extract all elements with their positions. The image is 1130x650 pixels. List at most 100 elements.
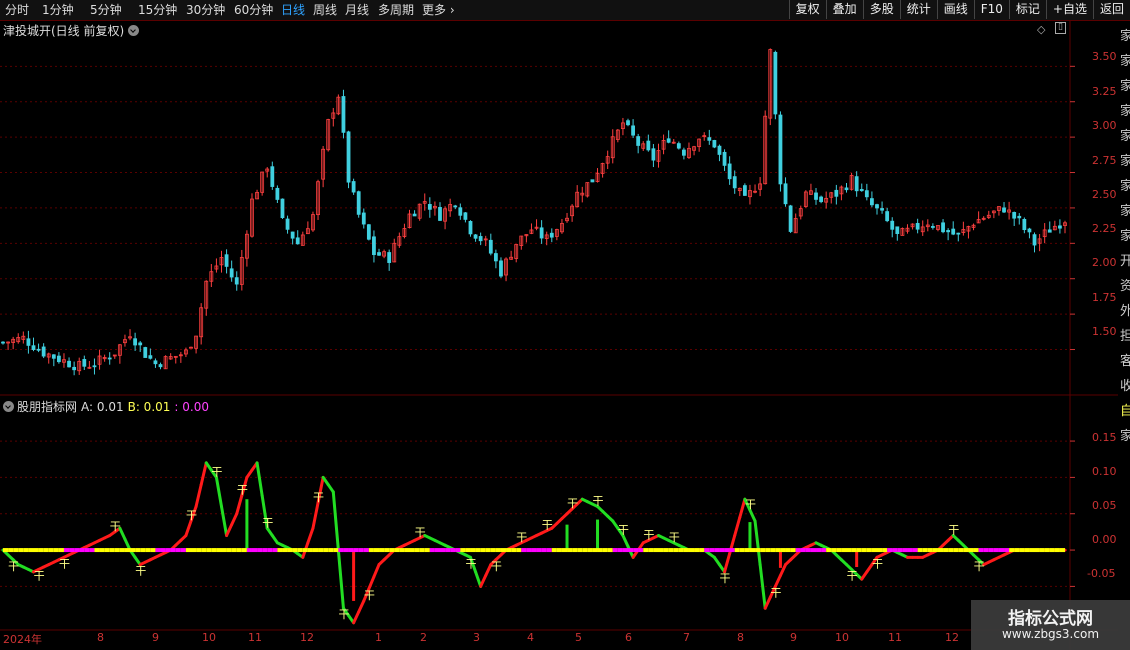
indicator-c-value: : 0.00 (174, 400, 209, 414)
candle-body (133, 338, 138, 346)
side-char: 家 (1120, 204, 1130, 219)
candle-body (626, 120, 630, 126)
indicator-line-segment (773, 574, 782, 588)
candle-body (31, 345, 36, 350)
candle-body (1, 341, 5, 344)
date-label: 2 (420, 631, 427, 644)
price-tick-label: 2.00 (1092, 256, 1117, 269)
signal-marker: 干 (338, 608, 349, 621)
candle-body (143, 347, 148, 358)
candle-body (859, 189, 864, 192)
candle-body (453, 205, 458, 208)
side-panel-text: 家 家 家 家 家 家 家 家 家 开 资 外 担 客 收 自 家 (1120, 24, 1130, 449)
indicator-tick-label: -0.05 (1087, 567, 1116, 580)
signal-marker: 干 (186, 509, 197, 522)
side-char: 家 (1120, 29, 1130, 44)
candle-body (539, 227, 544, 239)
indicator-line-segment (621, 534, 630, 548)
candle-body (290, 231, 295, 239)
candle-body (224, 254, 229, 267)
candle-body (946, 230, 951, 233)
candle-body (427, 204, 432, 210)
signal-marker: 干 (262, 516, 273, 529)
candle-body (351, 181, 356, 193)
candle-body (707, 137, 712, 141)
candle-body (854, 176, 859, 192)
indicator-line-segment (331, 490, 340, 552)
signal-marker: 干 (313, 491, 324, 504)
signal-marker: 干 (770, 586, 781, 599)
indicator-line-segment (357, 599, 366, 614)
candle-body (676, 143, 681, 149)
candle-body (773, 51, 778, 115)
watermark-url: www.zbgs3.com (1001, 627, 1100, 641)
candle-body (549, 232, 554, 238)
side-char: 开 (1120, 254, 1130, 269)
candle-body (412, 213, 417, 217)
candle-body (92, 365, 97, 368)
indicator-line-segment (199, 461, 208, 487)
indicator-line-segment (255, 461, 264, 498)
date-label: 11 (888, 631, 902, 644)
candle-body (712, 140, 717, 148)
price-tick-label: 3.25 (1092, 85, 1117, 98)
indicator-line-segment (723, 552, 732, 574)
indicator-line-segment (194, 483, 203, 508)
signal-marker: 干 (59, 557, 70, 570)
signal-marker: 干 (110, 520, 121, 533)
side-char: 家 (1120, 129, 1130, 144)
side-char: 客 (1120, 354, 1130, 369)
indicator-tick-label: 0.00 (1092, 533, 1117, 546)
candle-body (646, 140, 651, 151)
date-label: 9 (152, 631, 159, 644)
indicator-tick-label: 0.05 (1092, 499, 1117, 512)
price-tick-label: 1.75 (1092, 291, 1117, 304)
date-label: 10 (835, 631, 849, 644)
candle-body (1047, 229, 1052, 233)
indicator-line-segment (235, 494, 244, 516)
price-tick-label: 1.50 (1092, 325, 1117, 338)
candle-body (956, 232, 961, 235)
date-label: 4 (527, 631, 534, 644)
candle-body (778, 114, 783, 185)
date-label: 11 (248, 631, 262, 644)
candle-body (458, 207, 463, 216)
chevron-down-icon[interactable] (3, 401, 14, 412)
candle-body (372, 236, 376, 256)
candle-body (478, 236, 483, 242)
candle-body (463, 212, 468, 220)
side-char: 家 (1120, 179, 1130, 194)
indicator-b-value: B: 0.01 (127, 400, 171, 414)
candle-body (844, 187, 849, 191)
candle-body (951, 228, 956, 235)
side-panel: 家 家 家 家 家 家 家 家 家 开 资 外 担 客 收 自 家 (1118, 20, 1130, 630)
indicator-line-segment (748, 508, 757, 523)
date-label: 12 (945, 631, 959, 644)
side-char: 资 (1120, 279, 1130, 294)
candle-body (819, 196, 823, 203)
price-tick-label: 2.25 (1092, 222, 1117, 235)
indicator-title[interactable]: 股朋指标网 A: 0.01 B: 0.01: 0.00 (3, 398, 213, 415)
candle-body (499, 260, 503, 277)
indicator-tick-label: 0.10 (1092, 465, 1117, 478)
side-char: 外 (1120, 304, 1130, 319)
indicator-line-segment (184, 519, 193, 538)
date-label: 9 (790, 631, 797, 644)
date-label: 2024年 (3, 633, 42, 646)
candle-body (651, 148, 656, 161)
candle-body (870, 198, 874, 206)
signal-marker: 干 (415, 526, 426, 539)
indicator-line-segment (214, 475, 223, 508)
candle-body (915, 222, 920, 230)
candle-body (895, 226, 900, 234)
candle-body (875, 204, 879, 209)
indicator-line-segment (352, 610, 361, 625)
candle-body (387, 252, 392, 263)
candle-body (722, 151, 727, 166)
candle-body (468, 221, 473, 235)
indicator-a-value: A: 0.01 (81, 400, 124, 414)
indicator-line-segment (336, 548, 345, 610)
side-char: 家 (1120, 54, 1130, 69)
watermark-title: 指标公式网 (1008, 609, 1093, 629)
candle-body (783, 183, 788, 205)
